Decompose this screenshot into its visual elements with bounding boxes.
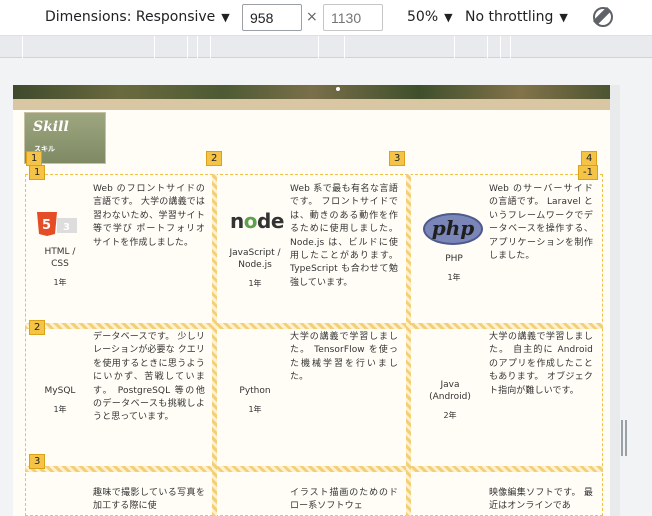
zoom-dropdown[interactable]: 50% ▼	[407, 9, 453, 25]
grid-col-gap	[212, 174, 217, 516]
throttling-label: No throttling	[465, 9, 554, 25]
times-sign: ×	[306, 9, 318, 25]
hero-image	[13, 85, 610, 99]
page-content[interactable]: Skill スキル 5 3 HTML / CSS 1年 Web のフロントサイド…	[13, 85, 610, 516]
skill-name: HTML / CSS	[44, 247, 76, 269]
skill-description: データベースです。 少しリレーションが必要な クエリを使用するときに思うようにい…	[93, 332, 205, 423]
grid-line-number: 1	[29, 165, 46, 180]
skill-name-block: Python 1年	[230, 385, 280, 416]
skill-years: 1年	[248, 279, 262, 288]
dimensions-label: Dimensions: Responsive	[45, 9, 216, 25]
skill-card: Python 1年 大学の講義で学習しました。 TensorFlow を使った機…	[218, 329, 406, 465]
skill-card: イラスト描画のためのドロー系ソフトウェ	[218, 473, 406, 516]
grid-line-number: 3	[389, 151, 406, 166]
viewport-resize-edge[interactable]	[610, 85, 620, 516]
height-input[interactable]	[323, 4, 383, 31]
skill-name-block: HTML / CSS 1年	[35, 246, 85, 289]
skill-name-block: MySQL 1年	[35, 385, 85, 416]
nodejs-icon: node	[230, 209, 284, 233]
html5-icon: 5 3	[37, 212, 77, 236]
resize-handle[interactable]	[621, 420, 627, 456]
grid-line-number: -1	[578, 165, 598, 180]
skill-description: 趣味で撮影している写真を加工する際に使	[93, 488, 205, 512]
skill-name: PHP	[445, 254, 463, 264]
skill-name-block: PHP 1年	[429, 253, 479, 284]
skill-name: MySQL	[44, 386, 76, 396]
skill-years: 1年	[447, 273, 461, 282]
grid-line-number: 3	[29, 454, 46, 469]
skill-card: MySQL 1年 データベースです。 少しリレーションが必要な クエリを使用する…	[25, 329, 212, 465]
chevron-down-icon: ▼	[559, 10, 568, 24]
svg-text:3: 3	[63, 222, 70, 233]
slider-dot[interactable]	[336, 87, 340, 91]
skill-card: node JavaScript / Node.js 1年 Web 系で最も有名な…	[218, 181, 406, 321]
svg-text:5: 5	[42, 218, 51, 233]
skill-card: Java (Android) 2年 大学の講義で学習しました。 自主的に And…	[411, 329, 603, 465]
skill-name-block: JavaScript / Node.js 1年	[222, 247, 288, 290]
chevron-down-icon: ▼	[221, 10, 230, 24]
hero-band	[13, 99, 610, 110]
skill-years: 2年	[443, 411, 457, 420]
skill-card: 映像編集ソフトです。 最近はオンラインであ	[411, 473, 603, 516]
php-icon: php	[423, 213, 483, 245]
skill-description: イラスト描画のためのドロー系ソフトウェ	[290, 488, 398, 512]
skill-years: 1年	[53, 278, 67, 287]
device-toolbar: Dimensions: Responsive ▼ × 50% ▼ No thro…	[0, 0, 652, 36]
grid-line-number: 2	[29, 320, 46, 335]
skill-years: 1年	[53, 405, 67, 414]
grid-line-number: 1	[26, 151, 43, 166]
skill-card: php PHP 1年 Web のサーバーサイドの言語です。 Laravel とい…	[411, 181, 603, 321]
skill-title: Skill	[33, 119, 69, 135]
skill-name-block: Java (Android) 2年	[425, 379, 475, 422]
throttling-dropdown[interactable]: No throttling ▼	[465, 9, 568, 25]
dimensions-dropdown[interactable]: Dimensions: Responsive ▼	[45, 9, 230, 25]
skill-name: Python	[239, 386, 271, 396]
skill-name: Java (Android)	[429, 380, 471, 402]
skill-description: Web 系で最も有名な言語です。 フロントサイドでは、動きのある動作を作るために…	[290, 184, 398, 288]
skill-card: 5 3 HTML / CSS 1年 Web のフロントサイドの言語です。 大学の…	[25, 181, 212, 321]
skill-description: 大学の講義で学習しました。 TensorFlow を使った機械学習を行いました。	[290, 332, 398, 383]
skill-years: 1年	[248, 405, 262, 414]
media-query-ruler[interactable]	[0, 36, 652, 58]
grid-line-number: 4	[581, 151, 598, 166]
zoom-label: 50%	[407, 9, 439, 25]
grid-row-gap	[25, 466, 603, 472]
chevron-down-icon: ▼	[444, 10, 453, 24]
width-input[interactable]	[242, 4, 302, 31]
skill-description: 大学の講義で学習しました。 自主的に Android のアプリを作成したこともあ…	[489, 332, 593, 396]
skill-description: Web のサーバーサイドの言語です。 Laravel というフレームワークでデー…	[489, 184, 593, 262]
device-viewport: Skill スキル 5 3 HTML / CSS 1年 Web のフロントサイド…	[0, 58, 652, 516]
rotate-icon[interactable]	[593, 7, 613, 27]
skill-description: Web のフロントサイドの言語です。 大学の講義では習わないため、学習サイト等で…	[93, 184, 205, 248]
grid-line-number: 2	[206, 151, 223, 166]
skill-description: 映像編集ソフトです。 最近はオンラインであ	[489, 488, 593, 512]
skill-card: 趣味で撮影している写真を加工する際に使	[25, 473, 212, 516]
skill-name: JavaScript / Node.js	[229, 248, 281, 270]
